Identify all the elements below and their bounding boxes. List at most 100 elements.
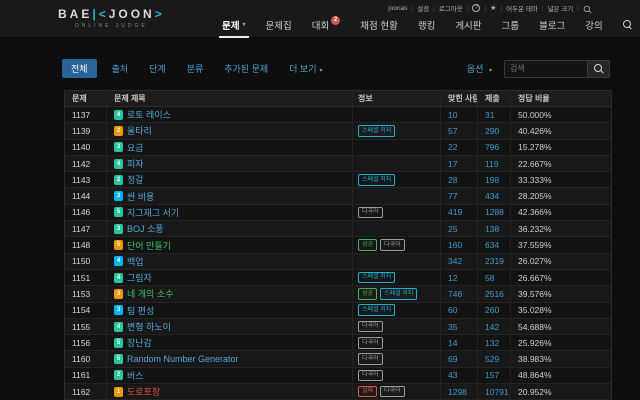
tier-icon: 3 [114, 289, 123, 299]
submission-count-link[interactable]: 132 [485, 338, 499, 348]
problem-title-link[interactable]: 정갈 [127, 173, 144, 186]
tier-icon: 1 [114, 387, 123, 397]
submission-count-link[interactable]: 260 [485, 305, 499, 315]
problem-badge: 다국어 [358, 337, 383, 349]
solved-count-link[interactable]: 60 [448, 305, 457, 315]
submission-count-link[interactable]: 1288 [485, 207, 504, 217]
problem-title-link[interactable]: 변형 하노이 [127, 320, 171, 333]
submission-count-link[interactable]: 142 [485, 322, 499, 332]
header-submission-count[interactable]: 제출 [478, 91, 511, 106]
nav-search-link[interactable] [613, 11, 640, 38]
nav-board[interactable]: 게시판 [445, 11, 491, 38]
nav-status[interactable]: 채점 현황 [350, 11, 408, 38]
tab-source[interactable]: 출처 [106, 59, 135, 78]
nav-problem-set[interactable]: 문제집 [256, 11, 302, 38]
problem-title-link[interactable]: Random Number Generator [127, 354, 239, 364]
solved-count-link[interactable]: 28 [448, 175, 457, 185]
tab-category[interactable]: 분류 [181, 59, 210, 78]
tab-all[interactable]: 전체 [62, 59, 97, 78]
main-nav: 문제▾문제집대회2채점 현황랭킹게시판그룹블로그강의 [212, 11, 640, 38]
solved-count-link[interactable]: 12 [448, 273, 457, 283]
search-button[interactable] [588, 60, 610, 78]
problem-title-link[interactable]: 그림자 [127, 271, 152, 284]
accuracy-ratio-cell: 26.027% [511, 254, 611, 269]
problem-title-link[interactable]: 단어 만들기 [127, 239, 171, 252]
submission-count-link[interactable]: 634 [485, 240, 499, 250]
accuracy-ratio: 54.688% [518, 322, 552, 332]
submission-count-link[interactable]: 58 [485, 273, 494, 283]
search-icon [594, 64, 603, 73]
submission-count-link[interactable]: 119 [485, 159, 499, 169]
problem-search [504, 60, 610, 78]
submission-count-link[interactable]: 529 [485, 354, 499, 364]
solved-count-link[interactable]: 25 [448, 224, 457, 234]
problem-title-link[interactable]: 네 개의 소수 [127, 287, 173, 300]
baekjoon-logo[interactable]: BAE|<JOON> ONLINE JUDGE [58, 7, 165, 29]
problem-title-link[interactable]: 울타리 [127, 124, 152, 137]
problem-title-link[interactable]: 지그재그 서기 [127, 206, 179, 219]
solved-count-link[interactable]: 746 [448, 289, 462, 299]
options-dropdown[interactable]: 옵션 ▾ [467, 62, 492, 75]
solved-count-link[interactable]: 342 [448, 256, 462, 266]
problem-row: 11374로토 레이스103150.000% [65, 107, 611, 123]
logo-caret-glyph: > [155, 7, 165, 21]
submission-count-link[interactable]: 290 [485, 126, 499, 136]
submission-count-link[interactable]: 796 [485, 142, 499, 152]
submission-count-cell: 796 [478, 140, 511, 155]
problem-title-cell: 2 버스 [107, 368, 353, 383]
submission-count-link[interactable]: 2319 [485, 256, 504, 266]
tab-more[interactable]: 더 보기▾ [283, 59, 328, 78]
solved-count-link[interactable]: 419 [448, 207, 462, 217]
solved-count-cell: 17 [441, 156, 478, 171]
submission-count-link[interactable]: 31 [485, 110, 494, 120]
nav-ranking[interactable]: 랭킹 [408, 11, 445, 38]
problem-title-link[interactable]: 팀 편성 [127, 304, 154, 317]
problem-title-link[interactable]: 도로포장 [127, 385, 160, 398]
problem-id: 1144 [72, 191, 90, 201]
solved-count-link[interactable]: 14 [448, 338, 457, 348]
nav-contests[interactable]: 대회2 [302, 11, 350, 38]
nav-lectures[interactable]: 강의 [575, 11, 612, 38]
nav-group[interactable]: 그룹 [492, 11, 529, 38]
problem-title-link[interactable]: 장난감 [127, 336, 152, 349]
submission-count-link[interactable]: 157 [485, 370, 499, 380]
tier-icon: 2 [114, 370, 123, 380]
problem-title-link[interactable]: 백업 [127, 255, 144, 268]
nav-blog[interactable]: 블로그 [529, 11, 575, 38]
solved-count-link[interactable]: 43 [448, 370, 457, 380]
tab-added[interactable]: 추가된 문제 [218, 59, 274, 78]
problem-title-link[interactable]: 요금 [127, 141, 144, 154]
submission-count-link[interactable]: 198 [485, 175, 499, 185]
problem-title-cell: 3싼 비용 [107, 188, 353, 203]
problem-title-link[interactable]: 버스 [127, 369, 144, 382]
submission-count-link[interactable]: 138 [485, 224, 499, 234]
search-input[interactable] [504, 60, 588, 78]
problem-id-cell: 1144 [65, 188, 107, 203]
submission-count-link[interactable]: 434 [485, 191, 499, 201]
tab-label: 추가된 문제 [224, 64, 268, 74]
problem-title-link[interactable]: BOJ 소풍 [127, 222, 164, 235]
submission-count-link[interactable]: 10791 [485, 387, 509, 397]
header-accuracy-ratio[interactable]: 정답 비율 [511, 91, 611, 106]
solved-count-link[interactable]: 160 [448, 240, 462, 250]
nav-problems[interactable]: 문제▾ [212, 11, 256, 38]
accuracy-ratio: 28.205% [518, 191, 552, 201]
problem-id: 1137 [72, 110, 90, 120]
header-solved-count[interactable]: 맞힌 사람 [441, 91, 478, 106]
mini-search-icon[interactable] [584, 5, 590, 11]
problem-title-link[interactable]: 싼 비용 [127, 190, 154, 203]
submission-count-link[interactable]: 2516 [485, 289, 504, 299]
problem-badge: 스페셜 저지 [380, 288, 417, 300]
tab-level[interactable]: 단계 [143, 59, 172, 78]
tier-icon: 3 [114, 305, 123, 315]
problem-title-link[interactable]: 로토 레이스 [127, 108, 171, 121]
problem-title-link[interactable]: 피자 [127, 157, 144, 170]
solved-count-link[interactable]: 22 [448, 142, 457, 152]
solved-count-link[interactable]: 69 [448, 354, 457, 364]
solved-count-link[interactable]: 10 [448, 110, 457, 120]
solved-count-link[interactable]: 77 [448, 191, 457, 201]
solved-count-link[interactable]: 35 [448, 322, 457, 332]
solved-count-link[interactable]: 57 [448, 126, 457, 136]
solved-count-link[interactable]: 17 [448, 159, 457, 169]
solved-count-link[interactable]: 1298 [448, 387, 467, 397]
